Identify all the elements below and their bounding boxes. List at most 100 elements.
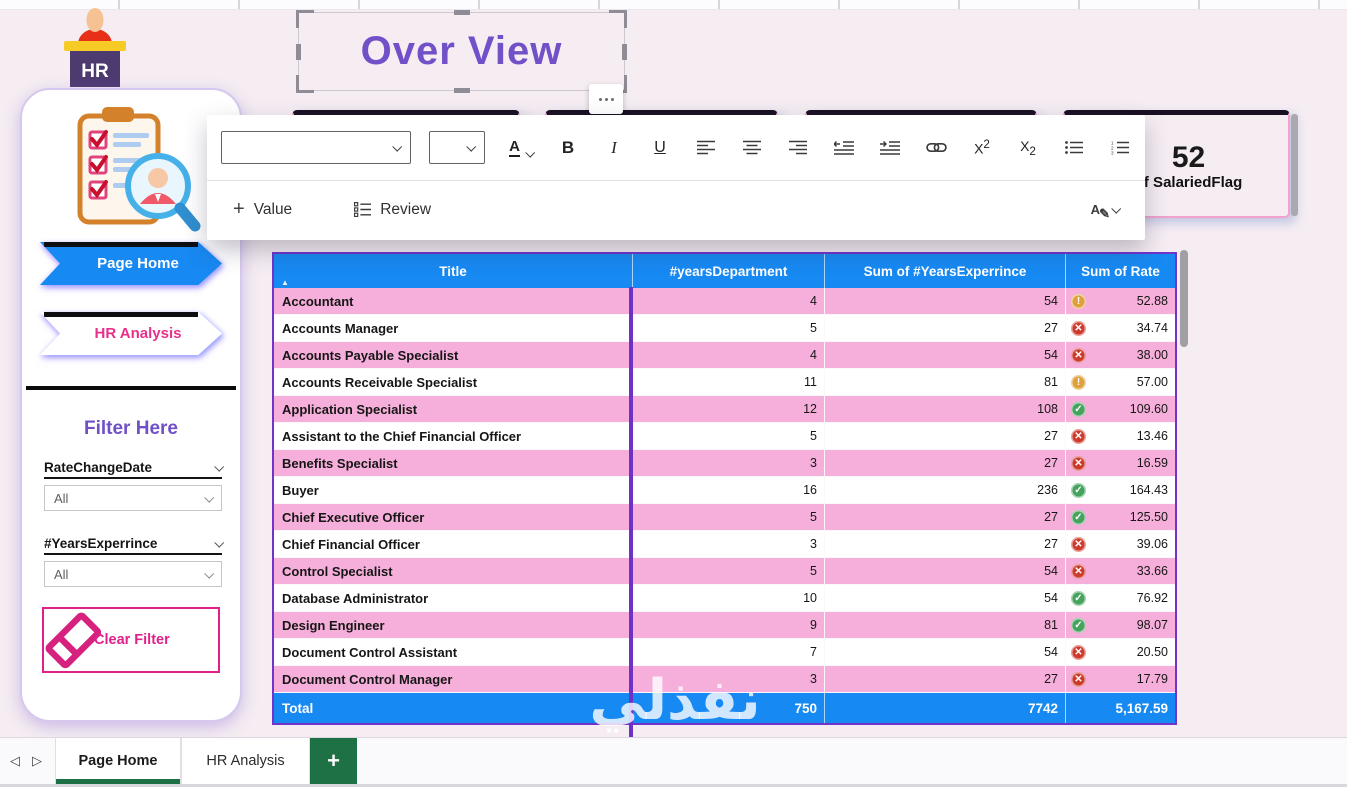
cell-sum-rate: !57.00: [1065, 369, 1175, 395]
sidebar-divider: [26, 386, 236, 390]
status-error-icon: ✕: [1071, 564, 1086, 579]
tab-page-home[interactable]: Page Home: [55, 738, 181, 784]
underline-icon[interactable]: U: [649, 135, 671, 161]
status-error-icon: ✕: [1071, 321, 1086, 336]
cell-yearsdepartment: 3: [632, 531, 824, 557]
font-color-icon[interactable]: A: [509, 135, 533, 161]
proofing-language-button[interactable]: A✎: [1091, 202, 1119, 217]
bold-icon[interactable]: B: [557, 135, 579, 161]
clear-filter-label: Clear Filter: [94, 632, 170, 648]
status-warn-icon: !: [1071, 375, 1086, 390]
table-row[interactable]: Benefits Specialist327✕16.59: [274, 450, 1175, 477]
cell-yearsdepartment: 9: [632, 612, 824, 638]
table-row[interactable]: Accounts Payable Specialist454✕38.00: [274, 342, 1175, 369]
page-title[interactable]: Over View: [299, 13, 624, 90]
table-row[interactable]: Document Control Assistant754✕20.50: [274, 639, 1175, 666]
table-row[interactable]: Document Control Manager327✕17.79: [274, 666, 1175, 693]
cell-title: Accounts Manager: [274, 315, 632, 341]
status-error-icon: ✕: [1071, 429, 1086, 444]
clear-filter-button[interactable]: Clear Filter: [42, 607, 220, 673]
nav-label: Page Home: [97, 255, 179, 272]
column-header-label: Sum of #YearsExperrince: [864, 264, 1027, 279]
sidebar-item-hr-analysis[interactable]: HR Analysis: [40, 312, 222, 355]
review-menu-item[interactable]: Review: [354, 201, 431, 219]
page-title-selection-frame[interactable]: Over View: [298, 12, 625, 91]
table-row[interactable]: Assistant to the Chief Financial Officer…: [274, 423, 1175, 450]
table-row[interactable]: Accounts Manager527✕34.74: [274, 315, 1175, 342]
status-error-icon: ✕: [1071, 456, 1086, 471]
chevron-down-icon: [204, 568, 214, 578]
table-row[interactable]: Design Engineer981✓98.07: [274, 612, 1175, 639]
selection-handle-icon[interactable]: [454, 88, 470, 93]
bullet-list-icon[interactable]: [1063, 135, 1085, 161]
next-page-arrow-icon[interactable]: ▷: [32, 753, 42, 769]
review-menu-label: Review: [380, 201, 431, 219]
cell-title: Accountant: [274, 288, 632, 314]
sidebar-item-page-home[interactable]: Page Home: [40, 242, 222, 285]
selection-handle-icon[interactable]: [454, 10, 470, 15]
font-family-select[interactable]: [221, 131, 411, 164]
column-header-sum-of-rate[interactable]: Sum of Rate: [1065, 254, 1175, 288]
cell-sum-rate: ✓76.92: [1065, 585, 1175, 611]
cell-title: Chief Executive Officer: [274, 504, 632, 530]
selection-handle-icon[interactable]: [622, 44, 627, 60]
more-options-button[interactable]: [589, 84, 623, 114]
ellipsis-icon: [599, 98, 602, 101]
text-format-toolbar: ABIU X2 X2 123 + Value Review A✎: [207, 115, 1145, 240]
table-scrollbar[interactable]: [1180, 250, 1188, 347]
table-row[interactable]: Database Administrator1054✓76.92: [274, 585, 1175, 612]
sort-ascending-icon: ▲: [281, 278, 289, 287]
subscript-icon[interactable]: X2: [1017, 135, 1039, 161]
status-error-icon: ✕: [1071, 537, 1086, 552]
link-icon[interactable]: [925, 135, 947, 161]
indent-icon[interactable]: [879, 135, 901, 161]
slicer-yearsexperience-dropdown[interactable]: All: [44, 561, 222, 587]
chevron-down-icon: [214, 461, 224, 471]
cell-sum-experience: 236: [824, 477, 1065, 503]
font-size-select[interactable]: [429, 131, 485, 164]
table-row[interactable]: Application Specialist12108✓109.60: [274, 396, 1175, 423]
selection-handle-icon[interactable]: [296, 75, 314, 93]
slicer-ratechangedate-dropdown[interactable]: All: [44, 485, 222, 511]
column-header-label: Sum of Rate: [1081, 264, 1160, 279]
text-proofing-icon: A✎: [1091, 202, 1100, 217]
numbered-list-icon[interactable]: 123: [1109, 135, 1131, 161]
superscript-icon[interactable]: X2: [971, 135, 993, 161]
column-header-sum-yearsexperience[interactable]: Sum of #YearsExperrince: [824, 254, 1065, 288]
align-left-icon[interactable]: [695, 135, 717, 161]
cell-sum-experience: 108: [824, 396, 1065, 422]
table-row[interactable]: Buyer16236✓164.43: [274, 477, 1175, 504]
cell-title: Buyer: [274, 477, 632, 503]
tab-hr-analysis[interactable]: HR Analysis: [181, 738, 310, 784]
selection-handle-icon[interactable]: [296, 10, 314, 28]
table-row[interactable]: Chief Executive Officer527✓125.50: [274, 504, 1175, 531]
column-header-title[interactable]: ▲ Title: [274, 254, 632, 288]
card-scrollbar[interactable]: [1291, 114, 1298, 216]
outdent-icon[interactable]: [833, 135, 855, 161]
nav-top-border: [44, 242, 199, 247]
prev-page-arrow-icon[interactable]: ◁: [10, 753, 20, 769]
selection-handle-icon[interactable]: [296, 44, 301, 60]
column-header-yearsdepartment[interactable]: #yearsDepartment: [632, 254, 824, 288]
italic-icon[interactable]: I: [603, 135, 625, 161]
align-center-icon[interactable]: [741, 135, 763, 161]
slicer-value: All: [54, 567, 68, 582]
value-menu-item[interactable]: + Value: [233, 198, 292, 221]
slicer-ratechangedate-header[interactable]: RateChangeDate: [44, 457, 222, 479]
slicer-yearsexperience-header[interactable]: #YearsExperrince: [44, 533, 222, 555]
add-page-button[interactable]: +: [310, 738, 357, 784]
cell-sum-rate: ✕20.50: [1065, 639, 1175, 665]
ellipsis-icon: [611, 98, 614, 101]
align-right-icon[interactable]: [787, 135, 809, 161]
table-row[interactable]: Chief Financial Officer327✕39.06: [274, 531, 1175, 558]
table-row[interactable]: Control Specialist554✕33.66: [274, 558, 1175, 585]
cell-sum-experience: 54: [824, 288, 1065, 314]
cell-sum-rate: ✕17.79: [1065, 666, 1175, 692]
table-row[interactable]: Accountant454!52.88: [274, 288, 1175, 315]
format-icon-group: ABIU X2 X2 123: [509, 135, 1131, 161]
selection-handle-icon[interactable]: [609, 10, 627, 28]
cell-yearsdepartment: 3: [632, 666, 824, 692]
table-row[interactable]: Accounts Receivable Specialist1181!57.00: [274, 369, 1175, 396]
cell-title: Benefits Specialist: [274, 450, 632, 476]
clipboard-search-illustration: [52, 102, 212, 239]
